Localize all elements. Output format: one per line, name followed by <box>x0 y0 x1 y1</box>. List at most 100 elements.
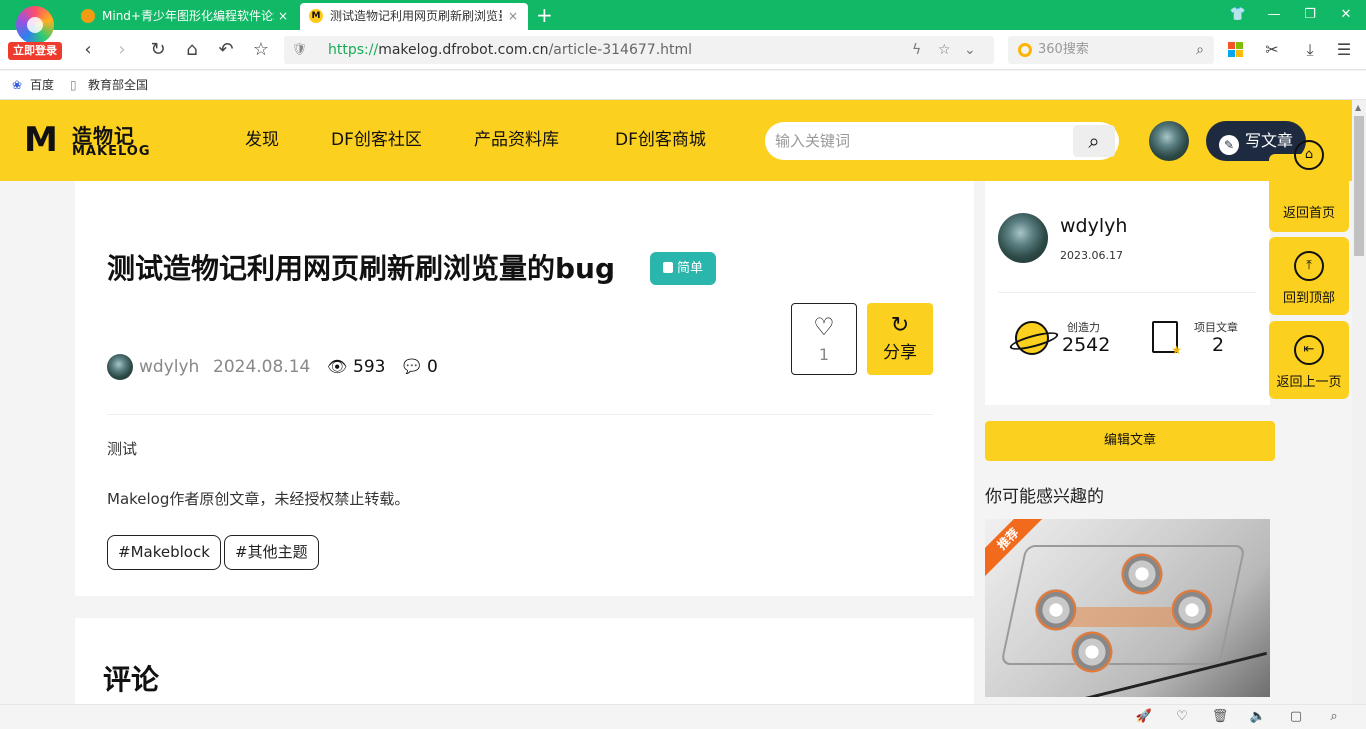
tab-makelog-active[interactable]: M 测试造物记利用网页刷新刷浏览量的bug - Makelog × <box>300 3 528 30</box>
back-icon[interactable]: ‹ <box>76 38 100 62</box>
planet-icon <box>1015 321 1049 355</box>
pen-icon: ✎ <box>1218 135 1239 155</box>
tab-mind-plus[interactable]: Mind+青少年图形化编程软件论坛 × <box>72 3 298 30</box>
edit-article-button[interactable]: 编辑文章 <box>985 421 1275 461</box>
wheel-image <box>1071 631 1113 673</box>
nav-df-community[interactable]: DF创客社区 <box>331 100 422 181</box>
browser-nav-bar: ‹ › ↻ ⌂ ↶ ☆ 🛡 https://makelog.dfrobot.co… <box>0 30 1366 70</box>
tab-title: Mind+青少年图形化编程软件论坛 <box>102 9 274 23</box>
site-search-input[interactable] <box>775 122 1065 160</box>
creativity-value: 2542 <box>1062 334 1111 356</box>
trash-icon[interactable]: 🗑 <box>1210 705 1230 729</box>
tag-makeblock[interactable]: #Makeblock <box>107 535 221 570</box>
lightning-icon[interactable]: ϟ <box>912 36 921 64</box>
article-card: 测试造物记利用网页刷新刷浏览量的bug 简单 wdylyh 2024.08.14… <box>75 181 974 596</box>
like-count: 1 <box>818 345 830 364</box>
copyright-notice: Makelog作者原创文章，未经授权禁止转载。 <box>107 490 410 508</box>
home-icon[interactable]: ⌂ <box>180 38 204 62</box>
wheel-image <box>1121 553 1163 595</box>
360-ball-icon <box>16 6 54 44</box>
nav-df-store[interactable]: DF创客商城 <box>615 100 706 181</box>
scissors-icon[interactable]: ✂ <box>1260 38 1284 62</box>
download-icon[interactable]: ⤓ <box>1298 38 1322 62</box>
scroll-up-icon[interactable]: ▲ <box>1355 103 1361 112</box>
like-button[interactable]: ♡ 1 <box>791 303 857 375</box>
site-search: ⌕ <box>765 122 1119 160</box>
wheel-image <box>1035 589 1077 631</box>
new-tab-button[interactable]: + <box>536 2 553 28</box>
tag-other-topics[interactable]: #其他主题 <box>224 535 319 570</box>
nav-discover[interactable]: 发现 <box>245 100 279 181</box>
go-back-button[interactable]: ⇤ 返回上一页 <box>1269 321 1349 399</box>
bookmark-star-icon[interactable]: ☆ <box>938 36 951 64</box>
makelog-logo[interactable]: M 造物记 MAKELOG <box>24 120 154 160</box>
scrollbar-thumb[interactable] <box>1354 116 1364 256</box>
zoom-icon[interactable]: ⌕ <box>1324 705 1344 729</box>
comments-section: 评论 <box>75 618 974 704</box>
tab-favicon-icon <box>81 9 95 23</box>
article-body-text: 测试 <box>107 440 138 458</box>
comments-title: 评论 <box>103 663 160 696</box>
heart-icon: ♡ <box>813 313 835 341</box>
creativity-label: 创造力 <box>1067 321 1100 334</box>
article-title: 测试造物记利用网页刷新刷浏览量的bug <box>107 252 616 285</box>
search-icon[interactable]: ⌕ <box>1196 36 1204 64</box>
page-scrollbar[interactable]: ▲ <box>1352 100 1366 704</box>
heart-monitor-icon[interactable]: ♡ <box>1172 705 1192 729</box>
wheel-image <box>1171 589 1213 631</box>
view-count: 593 <box>353 357 386 377</box>
user-avatar[interactable] <box>1149 121 1189 161</box>
bookmark-baidu[interactable]: ❀ 百度 <box>12 71 54 100</box>
divider <box>107 414 933 415</box>
url-text[interactable]: https://makelog.dfrobot.com.cn/article-3… <box>328 36 692 64</box>
arrow-up-icon: ⤒ <box>1294 251 1324 281</box>
minimize-icon[interactable]: — <box>1262 4 1286 26</box>
publish-date: 2024.08.14 <box>213 357 311 377</box>
tab-close-icon[interactable]: × <box>278 3 288 30</box>
author-avatar[interactable] <box>107 354 133 380</box>
back-to-home-button[interactable]: ⌂ 返回首页 <box>1269 140 1349 232</box>
undo-close-icon[interactable]: ↶ <box>214 38 238 62</box>
article-meta: wdylyh 2024.08.14 👁 593 💬 0 <box>107 351 607 383</box>
comment-count: 0 <box>427 357 438 377</box>
tab-close-icon[interactable]: × <box>508 3 518 30</box>
search-box-360[interactable]: 360搜索 ⌕ <box>1008 36 1214 64</box>
login-button[interactable]: 立即登录 <box>8 42 62 60</box>
bookmark-moe[interactable]: ▯ 教育部全国 <box>70 71 148 100</box>
forward-icon[interactable]: › <box>110 38 134 62</box>
author-profile-card: wdylyh 2023.06.17 创造力 2542 项目文章 2 <box>985 181 1270 405</box>
reload-icon[interactable]: ↻ <box>146 38 170 62</box>
author-name[interactable]: wdylyh <box>139 351 199 383</box>
profile-date: 2023.06.17 <box>1060 249 1123 262</box>
profile-avatar[interactable] <box>998 213 1048 263</box>
browser-tab-bar: Mind+青少年图形化编程软件论坛 × M 测试造物记利用网页刷新刷浏览量的bu… <box>0 0 1366 30</box>
rocket-icon[interactable]: 🚀 <box>1134 705 1154 729</box>
search-icon[interactable]: ⌕ <box>1073 125 1115 157</box>
share-button[interactable]: ↻ 分享 <box>867 303 933 375</box>
chevron-down-icon[interactable]: ⌄ <box>964 36 976 64</box>
back-to-top-button[interactable]: ⤒ 回到顶部 <box>1269 237 1349 315</box>
profile-name[interactable]: wdylyh <box>1060 215 1127 237</box>
address-bar[interactable]: 🛡 https://makelog.dfrobot.com.cn/article… <box>284 36 994 64</box>
bookmarks-bar: ❀ 百度 ▯ 教育部全国 <box>0 71 1366 100</box>
restore-icon[interactable]: ❐ <box>1298 4 1322 26</box>
home-circle-icon: ⌂ <box>1294 140 1324 170</box>
volume-icon[interactable]: 🔈 <box>1248 705 1268 729</box>
menu-icon[interactable]: ☰ <box>1332 38 1356 62</box>
divider <box>998 292 1256 293</box>
makelog-favicon-icon: M <box>309 9 323 23</box>
window-close-icon[interactable]: ✕ <box>1334 4 1358 26</box>
apps-grid-icon[interactable] <box>1228 42 1244 58</box>
favorite-star-icon[interactable]: ☆ <box>249 38 273 62</box>
eye-icon: 👁 <box>327 357 348 376</box>
window-icon[interactable]: ▢ <box>1286 705 1306 729</box>
recommended-article-image[interactable]: 推荐 <box>985 519 1270 697</box>
nav-product-library[interactable]: 产品资料库 <box>474 100 559 181</box>
arrow-left-icon: ⇤ <box>1294 335 1324 365</box>
shirt-skin-icon[interactable]: 👕 <box>1226 4 1250 26</box>
browser-360-logo[interactable]: 立即登录 <box>8 6 62 62</box>
difficulty-badge: 简单 <box>650 252 716 285</box>
browser-status-bar: 🚀 ♡ 🗑 🔈 ▢ ⌕ <box>0 704 1366 728</box>
projects-label: 项目文章 <box>1194 321 1238 334</box>
paw-icon: ❀ <box>12 78 23 92</box>
